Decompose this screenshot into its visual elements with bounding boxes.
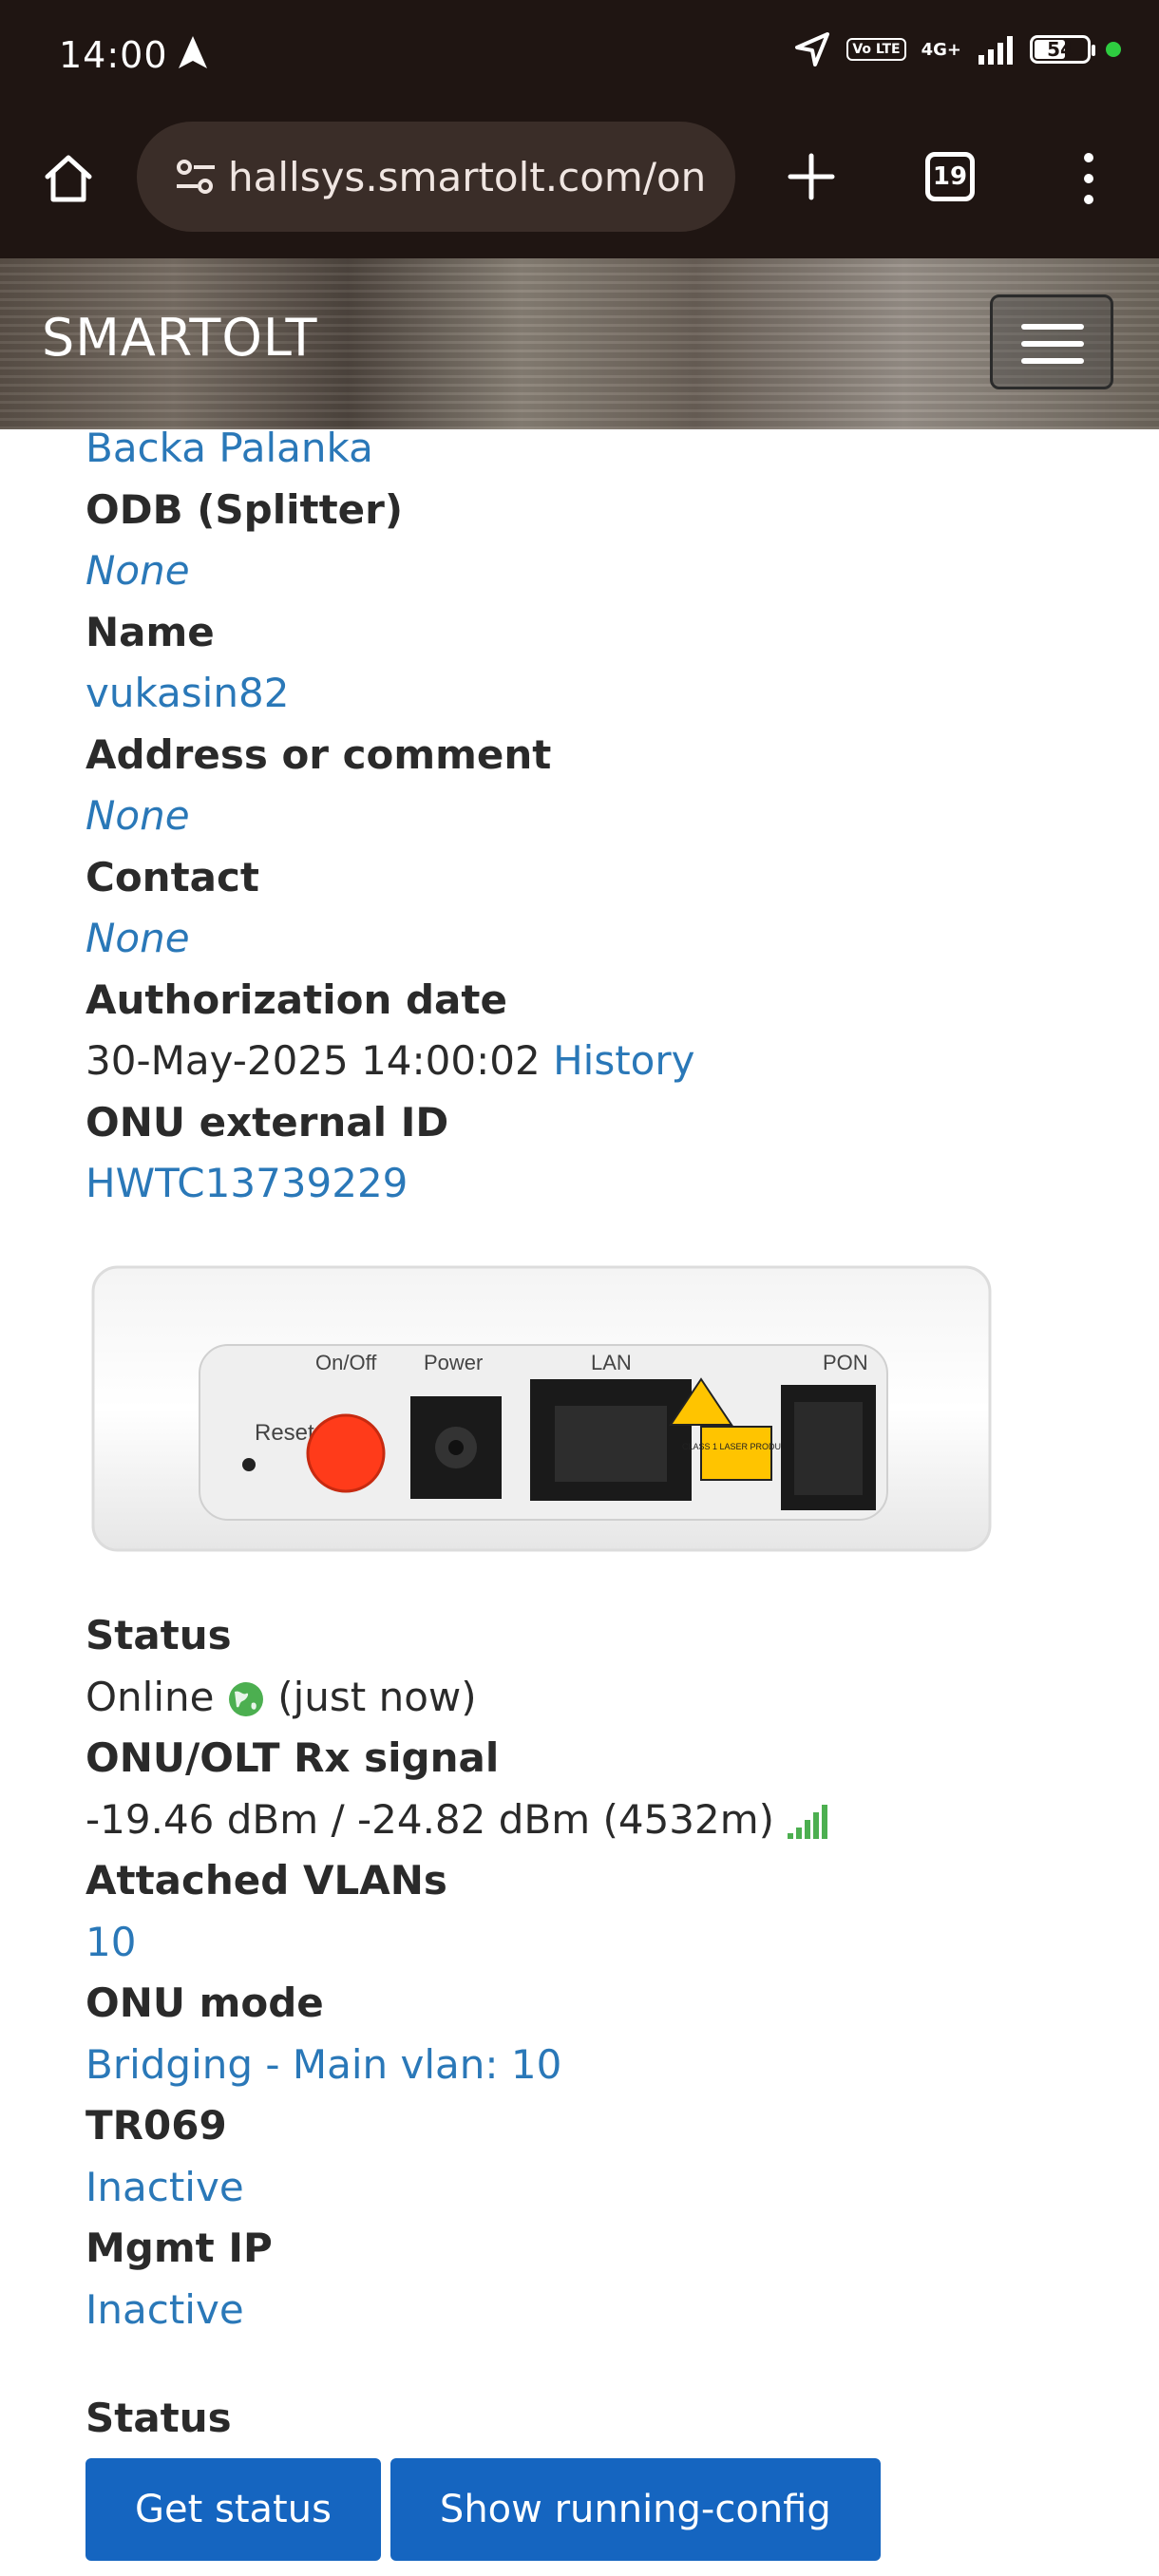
address-bar[interactable]: hallsys.smartolt.com/on bbox=[137, 122, 735, 232]
url-text[interactable]: hallsys.smartolt.com/on bbox=[228, 154, 722, 200]
onu-mode-label: ONU mode bbox=[86, 1979, 324, 2026]
navigation-arrow-icon bbox=[179, 36, 207, 68]
status-actions: Get status Show running-config bbox=[86, 2458, 881, 2561]
status-row: Online (just now) bbox=[86, 1667, 1092, 1729]
authorization-date-row: 30-May-2025 14:00:02 History bbox=[86, 1031, 1092, 1092]
signal-bars-icon bbox=[788, 1805, 828, 1839]
hamburger-icon bbox=[1021, 324, 1084, 330]
signal-value: -19.46 dBm / -24.82 dBm (4532m) bbox=[86, 1795, 775, 1843]
mgmt-ip-label: Mgmt IP bbox=[86, 2225, 273, 2271]
globe-online-icon bbox=[228, 1682, 263, 1716]
volte-icon: Vo LTE bbox=[846, 38, 906, 61]
status-value: Online bbox=[86, 1673, 215, 1720]
tr069-label: TR069 bbox=[86, 2102, 227, 2149]
signal-label: ONU/OLT Rx signal bbox=[86, 1734, 500, 1781]
site-header: SMARTOLT bbox=[0, 258, 1159, 429]
vlans-value[interactable]: 10 bbox=[86, 1912, 1092, 1974]
more-options-icon[interactable] bbox=[1070, 148, 1108, 209]
power-label: Power bbox=[424, 1351, 483, 1374]
history-link[interactable]: History bbox=[553, 1037, 694, 1084]
external-id-label: ONU external ID bbox=[86, 1098, 449, 1146]
signal-strength-icon bbox=[978, 36, 1013, 65]
onu-details: Backa Palanka ODB (Splitter) None Name v… bbox=[86, 418, 1092, 1215]
laser-label: CLASS 1 LASER PRODUCT bbox=[682, 1442, 793, 1451]
address-label: Address or comment bbox=[86, 730, 552, 778]
network-type-label: 4G+ bbox=[921, 39, 961, 60]
nav-toggle-button[interactable] bbox=[990, 294, 1113, 389]
browser-toolbar: hallsys.smartolt.com/on 19 bbox=[0, 112, 1159, 258]
onoff-label: On/Off bbox=[315, 1351, 377, 1374]
power-switch bbox=[306, 1413, 386, 1493]
pon-label: PON bbox=[823, 1351, 868, 1374]
tr069-value[interactable]: Inactive bbox=[86, 2157, 1092, 2219]
site-settings-icon[interactable] bbox=[175, 158, 217, 196]
status-time: (just now) bbox=[277, 1673, 477, 1720]
contact-value[interactable]: None bbox=[86, 908, 1092, 970]
status-icons: Vo LTE 4G+ 54 bbox=[793, 30, 1121, 68]
external-id-value[interactable]: HWTC13739229 bbox=[86, 1153, 1092, 1215]
privacy-indicator-dot bbox=[1106, 42, 1121, 57]
status-label: Status bbox=[86, 1612, 232, 1658]
system-status-bar: 14:00 Vo LTE 4G+ 54 bbox=[0, 0, 1159, 112]
odb-label: ODB (Splitter) bbox=[86, 485, 404, 533]
home-icon[interactable] bbox=[38, 148, 99, 209]
onu-device-image: Reset On/Off Power LAN CLASS 1 LASER PRO… bbox=[91, 1265, 992, 1552]
authorization-date-label: Authorization date bbox=[86, 975, 507, 1023]
battery-level: 54 bbox=[1047, 38, 1074, 61]
get-status-button[interactable]: Get status bbox=[86, 2458, 381, 2561]
status-section-label: Status bbox=[86, 2395, 232, 2441]
location-icon bbox=[795, 32, 830, 66]
reset-label: Reset bbox=[255, 1420, 314, 1446]
mgmt-ip-value[interactable]: Inactive bbox=[86, 2280, 1092, 2341]
show-running-config-button[interactable]: Show running-config bbox=[390, 2458, 881, 2561]
location-value[interactable]: Backa Palanka bbox=[86, 418, 1092, 480]
address-value[interactable]: None bbox=[86, 786, 1092, 847]
odb-value[interactable]: None bbox=[86, 540, 1092, 602]
signal-row: -19.46 dBm / -24.82 dBm (4532m) bbox=[86, 1790, 1092, 1851]
site-brand[interactable]: SMARTOLT bbox=[42, 308, 318, 368]
contact-label: Contact bbox=[86, 853, 259, 900]
authorization-date-value: 30-May-2025 14:00:02 bbox=[86, 1037, 541, 1084]
new-tab-icon[interactable] bbox=[781, 146, 842, 207]
name-value[interactable]: vukasin82 bbox=[86, 663, 1092, 725]
name-label: Name bbox=[86, 608, 215, 655]
battery-icon: 54 bbox=[1030, 35, 1095, 64]
lan-label: LAN bbox=[591, 1351, 632, 1374]
vlans-label: Attached VLANs bbox=[86, 1857, 447, 1904]
clock: 14:00 bbox=[59, 34, 168, 76]
onu-status: Status Online (just now) ONU/OLT Rx sign… bbox=[86, 1605, 1092, 2450]
tab-switcher-button[interactable]: 19 bbox=[925, 152, 975, 201]
onu-mode-value[interactable]: Bridging - Main vlan: 10 bbox=[86, 2035, 1092, 2096]
reset-hole bbox=[242, 1458, 256, 1471]
